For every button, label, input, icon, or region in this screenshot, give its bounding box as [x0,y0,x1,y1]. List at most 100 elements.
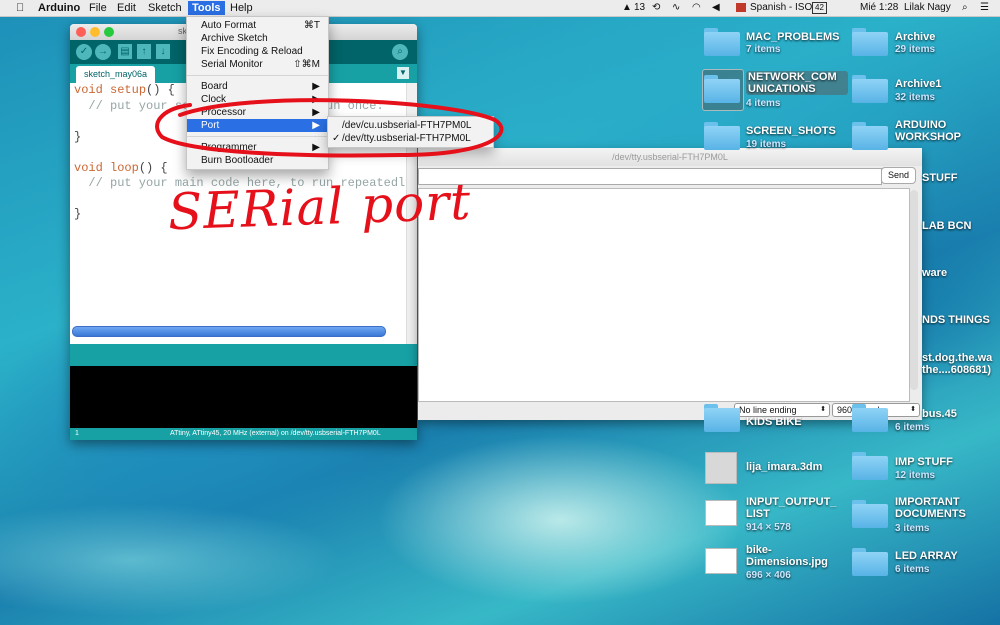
desktop-item-sub: 914 × 578 [746,522,791,533]
menu-item-auto-format[interactable]: Auto Format ⌘T [187,19,328,32]
board-info: ATtiny, ATtiny45, 20 MHz (external) on /… [170,430,381,437]
desktop-item-sub: 3 items [895,523,930,534]
folder-icon[interactable] [704,28,740,56]
clock[interactable]: Mié 1:28 [860,1,898,15]
desktop-item-sub: 32 items [895,92,936,103]
line-ending-value: No line ending [739,405,797,415]
tab-sketch[interactable]: sketch_may06a [76,66,156,83]
chevron-updown-icon: ⬍ [910,406,916,413]
tab-menu-icon[interactable]: ▼ [397,67,409,79]
menu-sketch[interactable]: Sketch [144,1,186,15]
desktop-item-sub: 19 items [746,139,787,150]
code-function: setup [110,83,147,97]
desktop-item-label: lija_imara.3dm [746,461,823,473]
upload-icon[interactable]: → [95,44,111,60]
folder-icon[interactable] [852,75,888,103]
time-machine-icon[interactable]: ⟲ [652,1,660,15]
user-name[interactable]: Lilak Nagy [904,1,951,15]
folder-icon[interactable] [852,500,888,528]
desktop-item-label: ware [922,267,948,279]
desktop-item-label: IMP STUFF [895,456,953,468]
desktop-item-label: KIDS BIKE [746,416,802,428]
folder-icon[interactable] [852,28,888,56]
ide-status-bar: 1 ATtiny, ATtiny45, 20 MHz (external) on… [70,428,417,440]
desktop-item-sub: 12 items [895,470,936,481]
desktop-item-label: bus.45 [922,408,957,420]
code-function: loop [110,160,139,175]
menu-file[interactable]: File [85,1,111,15]
folder-icon[interactable] [704,75,740,103]
menu-separator [187,75,328,76]
folder-icon[interactable] [852,452,888,480]
desktop-item-label: Archive [895,31,936,43]
desktop-item-label: STUFF [922,172,958,184]
minimize-icon[interactable] [90,27,100,37]
desktop-item-label: SCREEN_SHOTS [746,125,836,137]
desktop-item-label: ARDUINO WORKSHOP [895,119,961,143]
spotlight-icon[interactable]: ⌕ [962,1,968,15]
line-ending-select[interactable]: No line ending ⬍ [734,403,830,417]
desktop-item-label: bike- Dimensions.jpg [746,544,828,568]
folder-icon[interactable] [852,548,888,576]
desktop-item-label: INPUT_OUTPUT_ LIST [746,496,837,520]
menu-item-fix-encoding[interactable]: Fix Encoding & Reload [187,45,328,58]
folder-icon[interactable] [704,404,740,432]
desktop-item-sub: 696 × 406 [746,570,791,581]
desktop-item-label-selected: NETWORK_COM UNICATIONS [746,71,848,95]
app-menu[interactable]: Arduino [34,1,84,15]
menu-help[interactable]: Help [226,1,257,15]
menu-bar:  Arduino File Edit Sketch Tools Help ▲ … [0,0,1000,17]
desktop-item-label: LAB BCN [922,220,972,232]
activity-icon[interactable]: ∿ [672,1,680,15]
volume-icon[interactable]: ◀ [712,1,720,15]
chevron-updown-icon: ⬍ [820,406,826,413]
desktop-item-sub: 4 items [746,98,781,109]
serial-scrollbar[interactable] [910,190,918,390]
editor-horizontal-scrollbar[interactable] [72,326,386,337]
desktop-item-label: IMPORTANT DOCUMENTS [895,496,966,520]
adobe-count: 13 [634,2,646,13]
menu-item-serial-monitor[interactable]: Serial Monitor ⇧⌘M [187,58,328,71]
adobe-icon[interactable]: ▲ [622,1,632,15]
menu-item-board[interactable]: Board ▶ [187,80,328,93]
folder-icon[interactable] [704,122,740,150]
serial-monitor-icon[interactable]: ⌕ [392,44,408,60]
annotation-label: SERial port [167,172,473,242]
close-icon[interactable] [76,27,86,37]
menu-edit[interactable]: Edit [113,1,140,15]
new-icon[interactable]: ▤ [118,44,132,59]
code-keyword: void [74,83,103,97]
apple-icon[interactable]:  [12,1,28,15]
console-output [70,366,417,428]
input-source[interactable]: Spanish - ISO [750,1,812,15]
folder-icon[interactable] [852,122,888,150]
menu-tools[interactable]: Tools [188,1,225,15]
desktop-item-label: st.dog.the.wa the....608681) [922,352,993,376]
verify-icon[interactable]: ✓ [76,44,92,60]
code-keyword: void [74,160,103,175]
notifications-icon[interactable]: ☰ [980,1,989,15]
file-icon[interactable] [705,452,737,484]
battery-indicator[interactable]: 42 [812,2,827,14]
wifi-icon[interactable]: ◠ [692,1,701,15]
desktop-item-sub: 7 items [746,44,781,55]
desktop-item-label: Archive1 [895,78,942,90]
send-button[interactable]: Send [881,167,916,184]
desktop-item-sub: 29 items [895,44,936,55]
serial-output [418,188,910,402]
open-icon[interactable]: ↑ [137,44,151,59]
desktop-item-label: MAC_PROBLEMS [746,31,840,43]
serial-monitor-window: /dev/tty.usbserial-FTH7PM0L Send No line… [418,148,922,420]
save-icon[interactable]: ↓ [156,44,170,59]
desktop-item-sub: 6 items [895,564,930,575]
desktop-item-sub: 6 items [895,422,930,433]
zoom-icon[interactable] [104,27,114,37]
line-number: 1 [75,430,79,437]
image-thumbnail-icon[interactable] [705,500,737,526]
menu-item-archive-sketch[interactable]: Archive Sketch [187,32,328,45]
annotation-circle [155,98,504,158]
image-thumbnail-icon[interactable] [705,548,737,574]
folder-icon[interactable] [852,404,888,432]
serial-input[interactable] [418,168,882,185]
desktop-item-label: LED ARRAY [895,550,958,562]
